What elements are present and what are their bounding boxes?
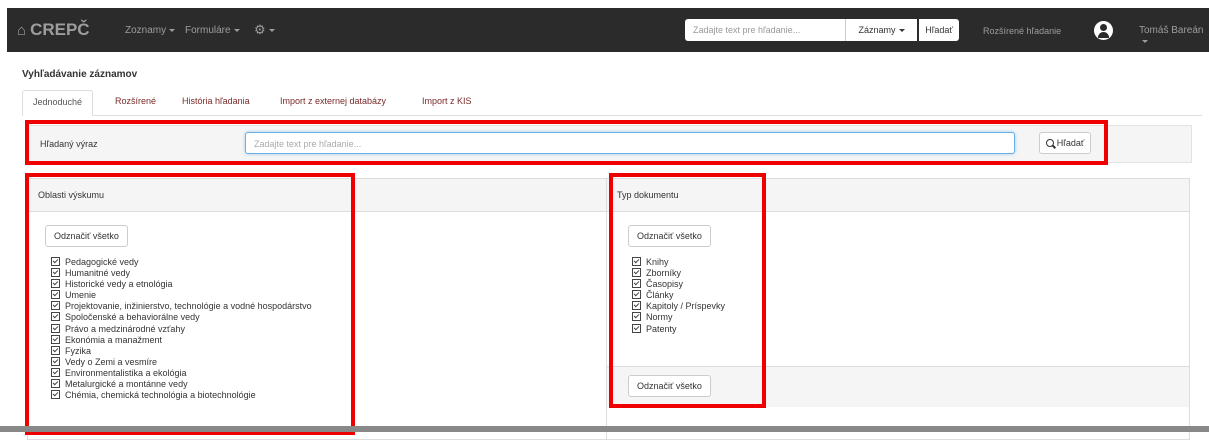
brand-name: CREPČ <box>30 20 90 39</box>
highlight-search-box <box>25 120 1108 165</box>
menu-zoznamy-label: Zoznamy <box>125 25 167 36</box>
settings-menu[interactable]: ⚙ <box>254 22 275 38</box>
menu-formulare[interactable]: Formuláre <box>185 25 240 36</box>
chevron-down-icon <box>233 28 240 32</box>
chevron-down-icon <box>268 29 275 33</box>
gear-icon: ⚙ <box>254 22 266 37</box>
global-search-input[interactable]: Zadajte text pre hľadanie... <box>685 19 845 41</box>
top-navbar: ⌂ CREPČ Zoznamy Formuláre ⚙ Zadajte text … <box>7 8 1209 52</box>
menu-formulare-label: Formuláre <box>185 25 231 36</box>
page-title: Vyhľadávanie záznamov <box>22 69 138 80</box>
tab-rozsirene[interactable]: Rozšírené <box>105 90 166 115</box>
brand-link[interactable]: ⌂ CREPČ <box>17 20 90 40</box>
user-name: Tomáš Bareán <box>1139 25 1204 36</box>
search-tabs: Jednoduché Rozšírené História hľadania I… <box>22 90 1202 116</box>
chevron-down-icon <box>169 28 176 32</box>
tab-import-externa[interactable]: Import z externej databázy <box>270 90 396 115</box>
search-scope-dropdown[interactable]: Záznamy <box>845 19 917 41</box>
tab-import-kis[interactable]: Import z KIS <box>412 90 482 115</box>
search-scope-label: Záznamy <box>858 25 896 35</box>
menu-zoznamy[interactable]: Zoznamy <box>125 25 176 36</box>
home-icon: ⌂ <box>17 22 27 39</box>
advanced-search-link[interactable]: Rozšírené hľadanie <box>983 26 1061 36</box>
user-menu[interactable]: Tomáš Bareán <box>1139 25 1209 47</box>
window-bottom-edge <box>0 426 1209 432</box>
global-search-button[interactable]: Hľadať <box>919 19 959 41</box>
chevron-down-icon <box>1142 39 1148 43</box>
highlight-research-areas <box>25 173 355 435</box>
tab-jednoduche[interactable]: Jednoduché <box>22 90 94 116</box>
tab-historia[interactable]: História hľadania <box>172 90 260 115</box>
user-avatar-icon[interactable] <box>1094 21 1113 40</box>
chevron-down-icon <box>898 29 905 33</box>
highlight-document-type <box>609 173 766 408</box>
